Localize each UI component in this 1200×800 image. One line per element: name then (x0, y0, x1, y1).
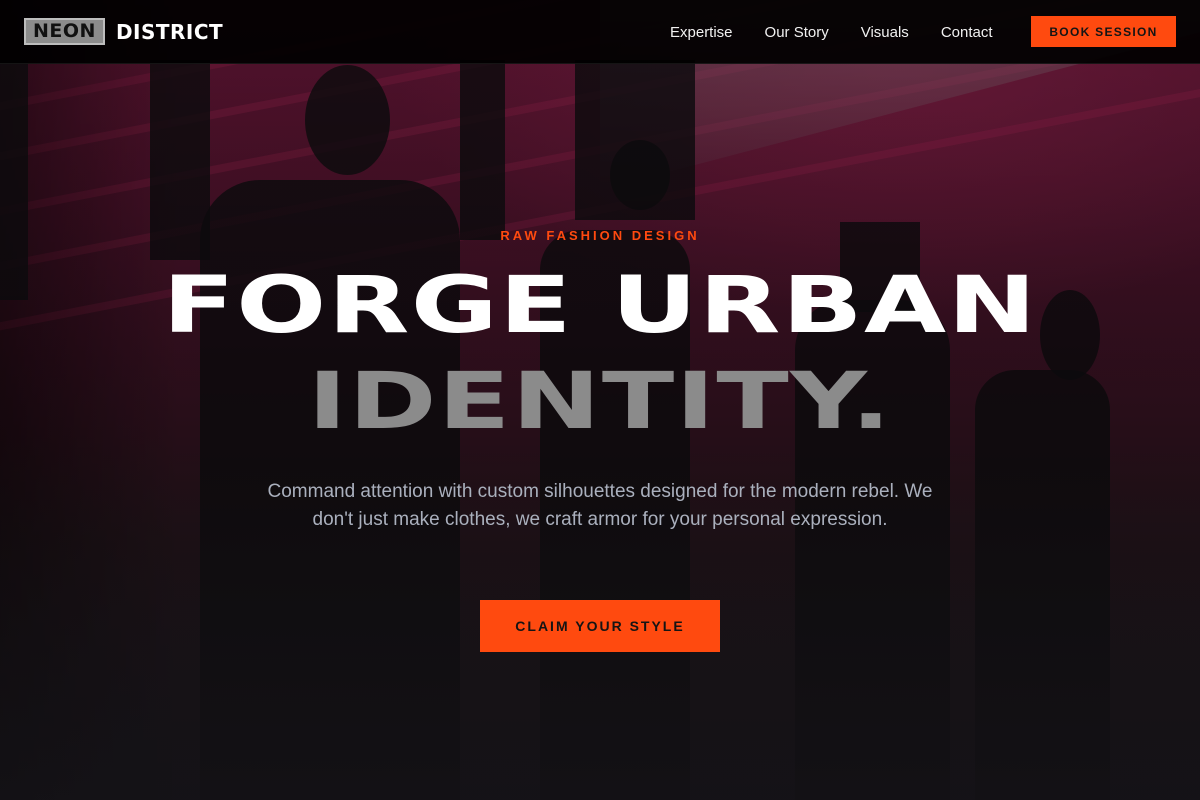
headline-line-2: IDENTITY. (307, 357, 893, 447)
nav-link-our-story[interactable]: Our Story (765, 24, 829, 41)
brand-logo[interactable]: NEON DISTRICT (24, 18, 223, 45)
nav-links: Expertise Our Story Visuals Contact (670, 0, 993, 64)
hero-description: Command attention with custom silhouette… (267, 481, 933, 530)
book-session-button[interactable]: BOOK SESSION (1031, 16, 1176, 47)
headline-line-1: FORGE URBAN (162, 261, 1038, 351)
nav-link-visuals[interactable]: Visuals (861, 24, 909, 41)
hero-headline: FORGE URBAN IDENTITY. (0, 258, 1200, 450)
hero-eyebrow: RAW FASHION DESIGN (500, 228, 700, 243)
logo-neon-text: NEON (24, 18, 105, 45)
nav-link-contact[interactable]: Contact (941, 24, 993, 41)
claim-your-style-button[interactable]: CLAIM YOUR STYLE (480, 600, 720, 652)
nav-link-expertise[interactable]: Expertise (670, 24, 733, 41)
top-navigation-bar: NEON DISTRICT Expertise Our Story Visual… (0, 0, 1200, 64)
logo-district-text: DISTRICT (115, 19, 224, 44)
